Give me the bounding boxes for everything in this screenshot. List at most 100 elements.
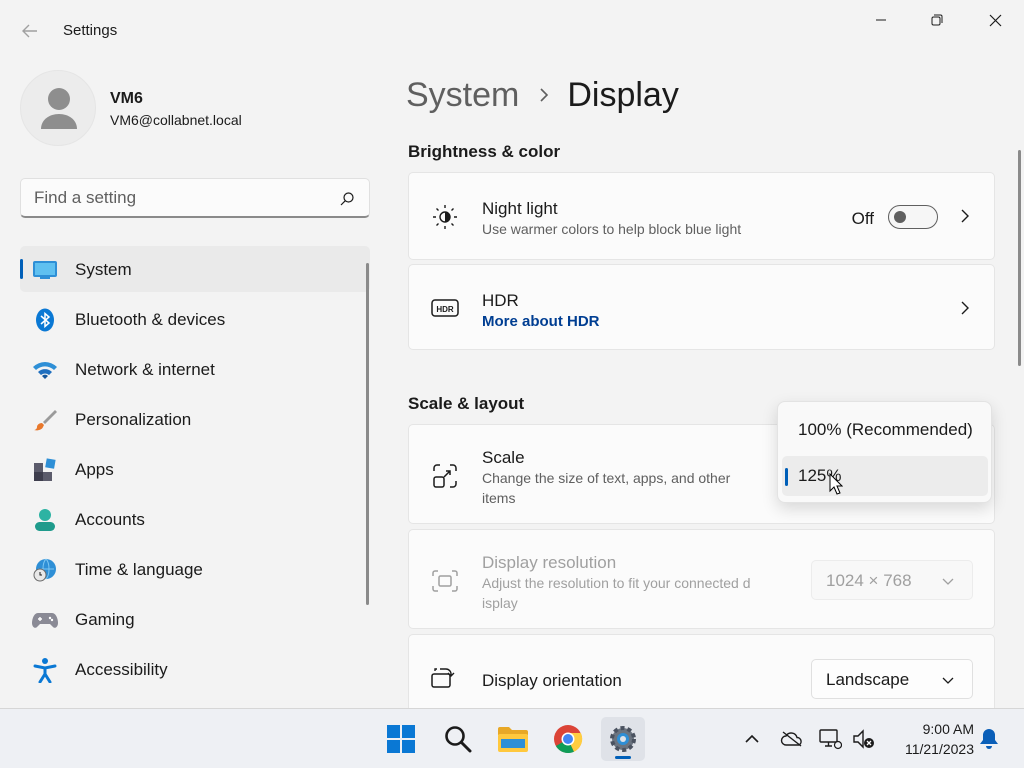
hdr-more-link[interactable]: More about HDR xyxy=(482,313,600,330)
sidebar-item-label: Time & language xyxy=(75,560,203,579)
gamepad-icon xyxy=(32,608,58,632)
bluetooth-icon xyxy=(32,308,58,332)
mouse-cursor-icon xyxy=(829,473,843,495)
taskbar: 9:00 AM 11/21/2023 xyxy=(0,708,1024,768)
display-resolution-subtitle-line1: Adjust the resolution to fit your connec… xyxy=(482,575,751,591)
selected-indicator xyxy=(785,468,788,486)
maximize-button[interactable] xyxy=(908,0,966,40)
sidebar-item-time-language[interactable]: Time & language xyxy=(20,546,370,592)
scale-dropdown-menu: 100% (Recommended) 125% xyxy=(777,401,992,503)
scale-title: Scale xyxy=(482,448,525,467)
scale-option-label: 100% (Recommended) xyxy=(798,420,973,439)
user-silhouette-icon xyxy=(41,88,77,129)
sidebar-item-network[interactable]: Network & internet xyxy=(20,346,370,392)
hdr-icon: HDR xyxy=(431,294,459,322)
sidebar-item-apps[interactable]: Apps xyxy=(20,446,370,492)
sidebar-item-label: Gaming xyxy=(75,610,135,629)
search-input[interactable] xyxy=(34,187,324,209)
show-hidden-icons-button[interactable] xyxy=(740,727,764,751)
orientation-value: Landscape xyxy=(826,670,910,689)
accessibility-icon xyxy=(32,658,58,683)
back-button[interactable] xyxy=(14,16,46,46)
resolution-dropdown: 1024 × 768 xyxy=(811,560,973,600)
main-scrollbar[interactable] xyxy=(1018,150,1021,366)
page-title: Display xyxy=(567,75,679,114)
sidebar-item-system[interactable]: System xyxy=(20,246,370,292)
hdr-title: HDR xyxy=(482,291,519,310)
speaker-muted-icon xyxy=(853,729,874,749)
toggle-state-label: Off xyxy=(851,209,874,228)
globe-clock-icon xyxy=(32,558,58,582)
chevron-right-icon[interactable] xyxy=(958,301,972,315)
profile-email: VM6@collabnet.local xyxy=(110,112,242,128)
sidebar-item-personalization[interactable]: Personalization xyxy=(20,396,370,442)
sidebar-item-accounts[interactable]: Accounts xyxy=(20,496,370,542)
chevron-up-icon xyxy=(745,734,759,743)
sidebar-item-gaming[interactable]: Gaming xyxy=(20,596,370,642)
chevron-right-icon xyxy=(540,88,549,102)
sidebar-item-bluetooth[interactable]: Bluetooth & devices xyxy=(20,296,370,342)
hdr-card[interactable]: HDR HDR More about HDR xyxy=(408,264,995,350)
night-light-toggle[interactable] xyxy=(888,205,938,229)
clock-time: 9:00 AM xyxy=(922,721,974,737)
night-light-subtitle: Use warmer colors to help block blue lig… xyxy=(482,221,742,237)
onedrive-tray[interactable] xyxy=(780,727,804,751)
active-indicator xyxy=(20,259,23,279)
breadcrumb: System Display xyxy=(406,72,679,118)
onedrive-icon xyxy=(780,731,802,747)
sidebar-item-accessibility[interactable]: Accessibility xyxy=(20,646,370,692)
active-app-indicator xyxy=(615,756,631,759)
sidebar-item-label: Bluetooth & devices xyxy=(75,310,226,329)
sidebar-scrollbar[interactable] xyxy=(366,263,369,605)
night-light-title: Night light xyxy=(482,199,558,218)
sidebar-item-label: Apps xyxy=(75,460,114,479)
orientation-dropdown[interactable]: Landscape xyxy=(811,659,973,699)
apps-icon xyxy=(32,458,58,482)
svg-text:HDR: HDR xyxy=(436,305,454,314)
avatar xyxy=(20,70,96,146)
display-resolution-subtitle-line2: isplay xyxy=(482,595,518,611)
user-profile[interactable]: VM6 VM6@collabnet.local xyxy=(20,70,370,146)
brush-icon xyxy=(32,408,58,432)
volume-tray[interactable] xyxy=(852,727,876,751)
breadcrumb-parent[interactable]: System xyxy=(406,76,519,115)
close-button[interactable] xyxy=(966,0,1024,40)
taskbar-clock[interactable]: 9:00 AM 11/21/2023 xyxy=(884,719,974,759)
sidebar-item-label: Network & internet xyxy=(75,360,215,379)
sidebar-item-label: Accounts xyxy=(75,510,145,529)
settings-icon xyxy=(610,726,636,752)
system-icon xyxy=(32,258,58,282)
start-button[interactable] xyxy=(379,717,423,761)
orientation-icon xyxy=(431,665,459,693)
toggle-knob xyxy=(894,211,906,223)
display-resolution-title: Display resolution xyxy=(482,553,617,572)
minimize-button[interactable] xyxy=(852,0,910,40)
display-orientation-card[interactable]: Display orientation Landscape xyxy=(408,634,995,714)
title-bar: Settings xyxy=(0,0,1024,62)
chevron-down-icon xyxy=(942,677,954,684)
section-title-brightness: Brightness & color xyxy=(408,142,561,161)
chevron-right-icon[interactable] xyxy=(958,209,972,223)
night-light-card[interactable]: Night light Use warmer colors to help bl… xyxy=(408,172,995,260)
clock-date: 11/21/2023 xyxy=(904,741,974,757)
close-icon xyxy=(989,14,1001,26)
chrome-button[interactable] xyxy=(546,717,590,761)
network-icon xyxy=(819,729,842,750)
accounts-icon xyxy=(32,508,58,532)
network-tray[interactable] xyxy=(818,727,842,751)
settings-taskbar-button[interactable] xyxy=(601,717,645,761)
taskbar-search-button[interactable] xyxy=(436,717,480,761)
search-icon[interactable] xyxy=(339,191,355,207)
app-title: Settings xyxy=(63,22,118,39)
scale-option-100[interactable]: 100% (Recommended) xyxy=(782,410,988,450)
notification-center-button[interactable] xyxy=(977,727,1001,751)
sidebar-item-label: Accessibility xyxy=(75,660,168,679)
scale-option-125[interactable]: 125% xyxy=(782,456,988,496)
wifi-icon xyxy=(32,358,58,382)
chevron-down-icon xyxy=(942,578,954,585)
scale-icon xyxy=(431,462,459,490)
chrome-icon xyxy=(554,725,583,754)
file-explorer-button[interactable] xyxy=(491,717,535,761)
minimize-icon xyxy=(876,19,886,21)
profile-name: VM6 xyxy=(110,90,143,107)
